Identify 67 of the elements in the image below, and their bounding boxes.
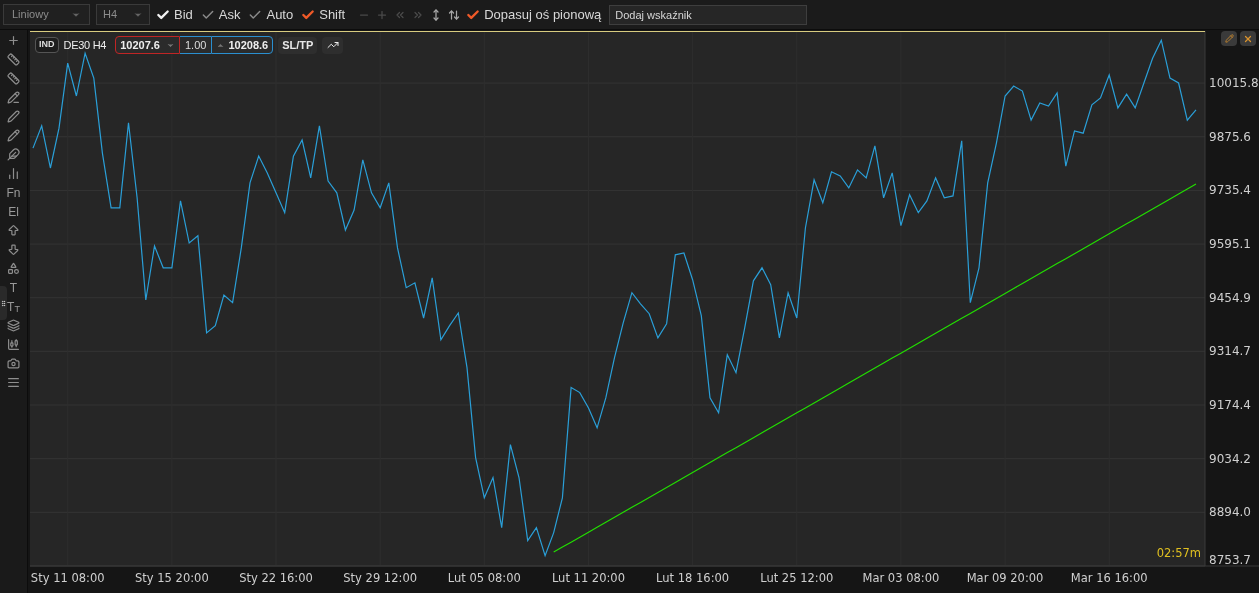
interval-dropdown[interactable]: H4 [96, 4, 150, 25]
text-tool[interactable]: T$_{T}$ [3, 297, 24, 316]
axis-label: Mar 16 16:00 [1070, 571, 1148, 585]
edit-button[interactable] [1221, 31, 1237, 46]
shapes-icon [7, 262, 20, 275]
axis-label: 9314.7 [1209, 344, 1251, 359]
close-button[interactable] [1240, 31, 1256, 46]
checkbox[interactable] [466, 7, 481, 22]
bar-chart-icon [7, 167, 20, 180]
text-tool[interactable]: T [3, 278, 24, 297]
ruler-icon [7, 72, 20, 85]
checkbox[interactable] [301, 7, 316, 22]
axis-label: 8753.7 [1209, 553, 1251, 567]
candlestick-icon [7, 338, 20, 351]
text-tool[interactable]: El [3, 202, 24, 221]
pen-icon [7, 110, 20, 123]
axis-label: 9454.9 [1209, 290, 1251, 305]
indicator-search-field[interactable]: Dodaj wskaźnik [609, 4, 808, 25]
symbol-label: DE30 H4 [63, 37, 107, 53]
axis-label: 8894.0 [1209, 505, 1251, 520]
pencil-line-icon [7, 91, 20, 104]
axis-label: 9034.2 [1209, 451, 1251, 466]
axis-label: 10015.8 [1209, 76, 1259, 91]
instrument-type-tag: IND [35, 37, 59, 53]
feather-icon [7, 148, 20, 161]
axis-label: Sty 11 08:00 [30, 571, 105, 585]
volume-field[interactable]: 1.00 [180, 36, 212, 54]
up-down-arrows-button[interactable] [447, 8, 461, 21]
chart-type-dropdown[interactable]: Liniowy [3, 4, 90, 25]
checkbox-label: Ask [218, 5, 241, 24]
axis-label: Mar 09 20:00 [966, 571, 1044, 585]
grip-icon[interactable] [0, 286, 7, 320]
axis-label: Mar 03 08:00 [862, 571, 940, 585]
ruler-icon [7, 53, 20, 66]
axis-label: Lut 11 20:00 [551, 571, 625, 585]
up-down-arrows-icon [447, 8, 460, 21]
plus-icon [7, 34, 20, 47]
axis-label: 9595.1 [1209, 237, 1251, 252]
axis-label: Sty 22 16:00 [239, 571, 313, 585]
down-arrow-icon [7, 243, 20, 256]
checkbox[interactable] [156, 7, 170, 22]
pencil-icon [1224, 34, 1234, 43]
checkbox-label: Auto [266, 5, 294, 24]
axis-label: Lut 05 08:00 [447, 571, 521, 585]
close-icon [1243, 33, 1253, 44]
checkbox-label: Dopasuj oś pionową [484, 5, 602, 24]
buy-button[interactable]: 10208.6 [211, 36, 274, 54]
up-arrow-icon [7, 224, 20, 237]
camera-icon [7, 357, 20, 370]
dots-icon [0, 298, 7, 308]
axis-label: 9735.4 [1209, 183, 1251, 198]
plus-icon [375, 8, 388, 21]
line-chart-icon [326, 39, 339, 51]
pencil-icon [7, 129, 20, 142]
candle-timer: 02:57m [1156, 546, 1201, 560]
axis-label: Lut 18 16:00 [656, 571, 730, 585]
sell-button[interactable]: 10207.6 [115, 36, 180, 54]
axis-label: Sty 15 20:00 [135, 571, 209, 585]
menu-icon [7, 376, 20, 389]
checkbox-label: Bid [174, 5, 193, 24]
axis-label: Sty 29 12:00 [343, 571, 417, 585]
axis-label: Lut 25 12:00 [760, 571, 834, 585]
axis-label: 9875.6 [1209, 129, 1251, 144]
checkbox-label: Shift [319, 5, 346, 24]
text-tool[interactable]: Fn [3, 183, 24, 202]
axis-label: 9174.4 [1209, 398, 1251, 413]
layers-icon [7, 319, 20, 332]
